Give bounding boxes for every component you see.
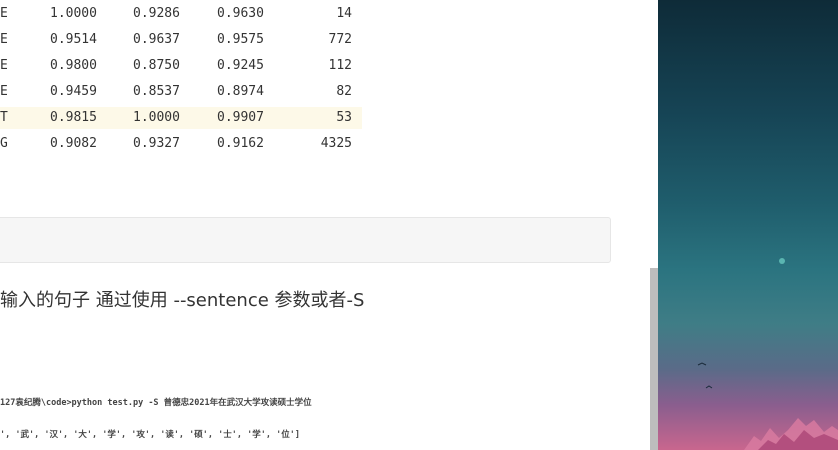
precision-value: 0.9514 (50, 32, 97, 47)
row-label: T (0, 110, 8, 125)
row-label: E (0, 58, 8, 73)
support-value: 112 (328, 58, 352, 73)
table-row: E 1.0000 0.9286 0.9630 14 (0, 3, 362, 25)
table-row: G 0.9082 0.9327 0.9162 4325 (0, 133, 362, 155)
f1-value: 0.8974 (217, 84, 264, 99)
support-value: 772 (328, 32, 352, 47)
recall-value: 0.9637 (133, 32, 180, 47)
vertical-scrollbar[interactable] (650, 268, 658, 450)
terminal-command-line: 127袁纪腾\code>python test.py -S 曾德忠2021年在武… (0, 398, 312, 408)
support-value: 53 (336, 110, 352, 125)
wallpaper-mountains-image (697, 258, 838, 450)
precision-value: 0.9459 (50, 84, 97, 99)
precision-value: 0.9082 (50, 136, 97, 151)
table-row: E 0.9459 0.8537 0.8974 82 (0, 81, 362, 103)
row-label: E (0, 6, 8, 21)
f1-value: 0.9245 (217, 58, 264, 73)
body-paragraph: 输入的句子 通过使用 --sentence 参数或者-S (0, 290, 365, 311)
precision-value: 1.0000 (50, 6, 97, 21)
table-row-highlighted: T 0.9815 1.0000 0.9907 53 (0, 107, 362, 129)
precision-value: 0.9815 (50, 110, 97, 125)
f1-value: 0.9630 (217, 6, 264, 21)
code-block[interactable] (0, 217, 611, 263)
recall-value: 0.8750 (133, 58, 180, 73)
row-label: E (0, 32, 8, 47)
recall-value: 0.9327 (133, 136, 180, 151)
document-area: E 1.0000 0.9286 0.9630 14 E 0.9514 0.963… (0, 0, 650, 450)
recall-value: 0.8537 (133, 84, 180, 99)
f1-value: 0.9907 (217, 110, 264, 125)
precision-value: 0.9800 (50, 58, 97, 73)
terminal-output-line: ', '武', '汉', '大', '学', '攻', '读', '硕', '士… (0, 430, 300, 440)
row-label: E (0, 84, 8, 99)
f1-value: 0.9575 (217, 32, 264, 47)
recall-value: 1.0000 (133, 110, 180, 125)
recall-value: 0.9286 (133, 6, 180, 21)
row-label: G (0, 136, 8, 151)
table-row: E 0.9800 0.8750 0.9245 112 (0, 55, 362, 77)
table-row: E 0.9514 0.9637 0.9575 772 (0, 29, 362, 51)
support-value: 4325 (320, 136, 352, 151)
support-value: 82 (336, 84, 352, 99)
desktop-wallpaper (658, 0, 838, 450)
support-value: 14 (336, 6, 352, 21)
f1-value: 0.9162 (217, 136, 264, 151)
